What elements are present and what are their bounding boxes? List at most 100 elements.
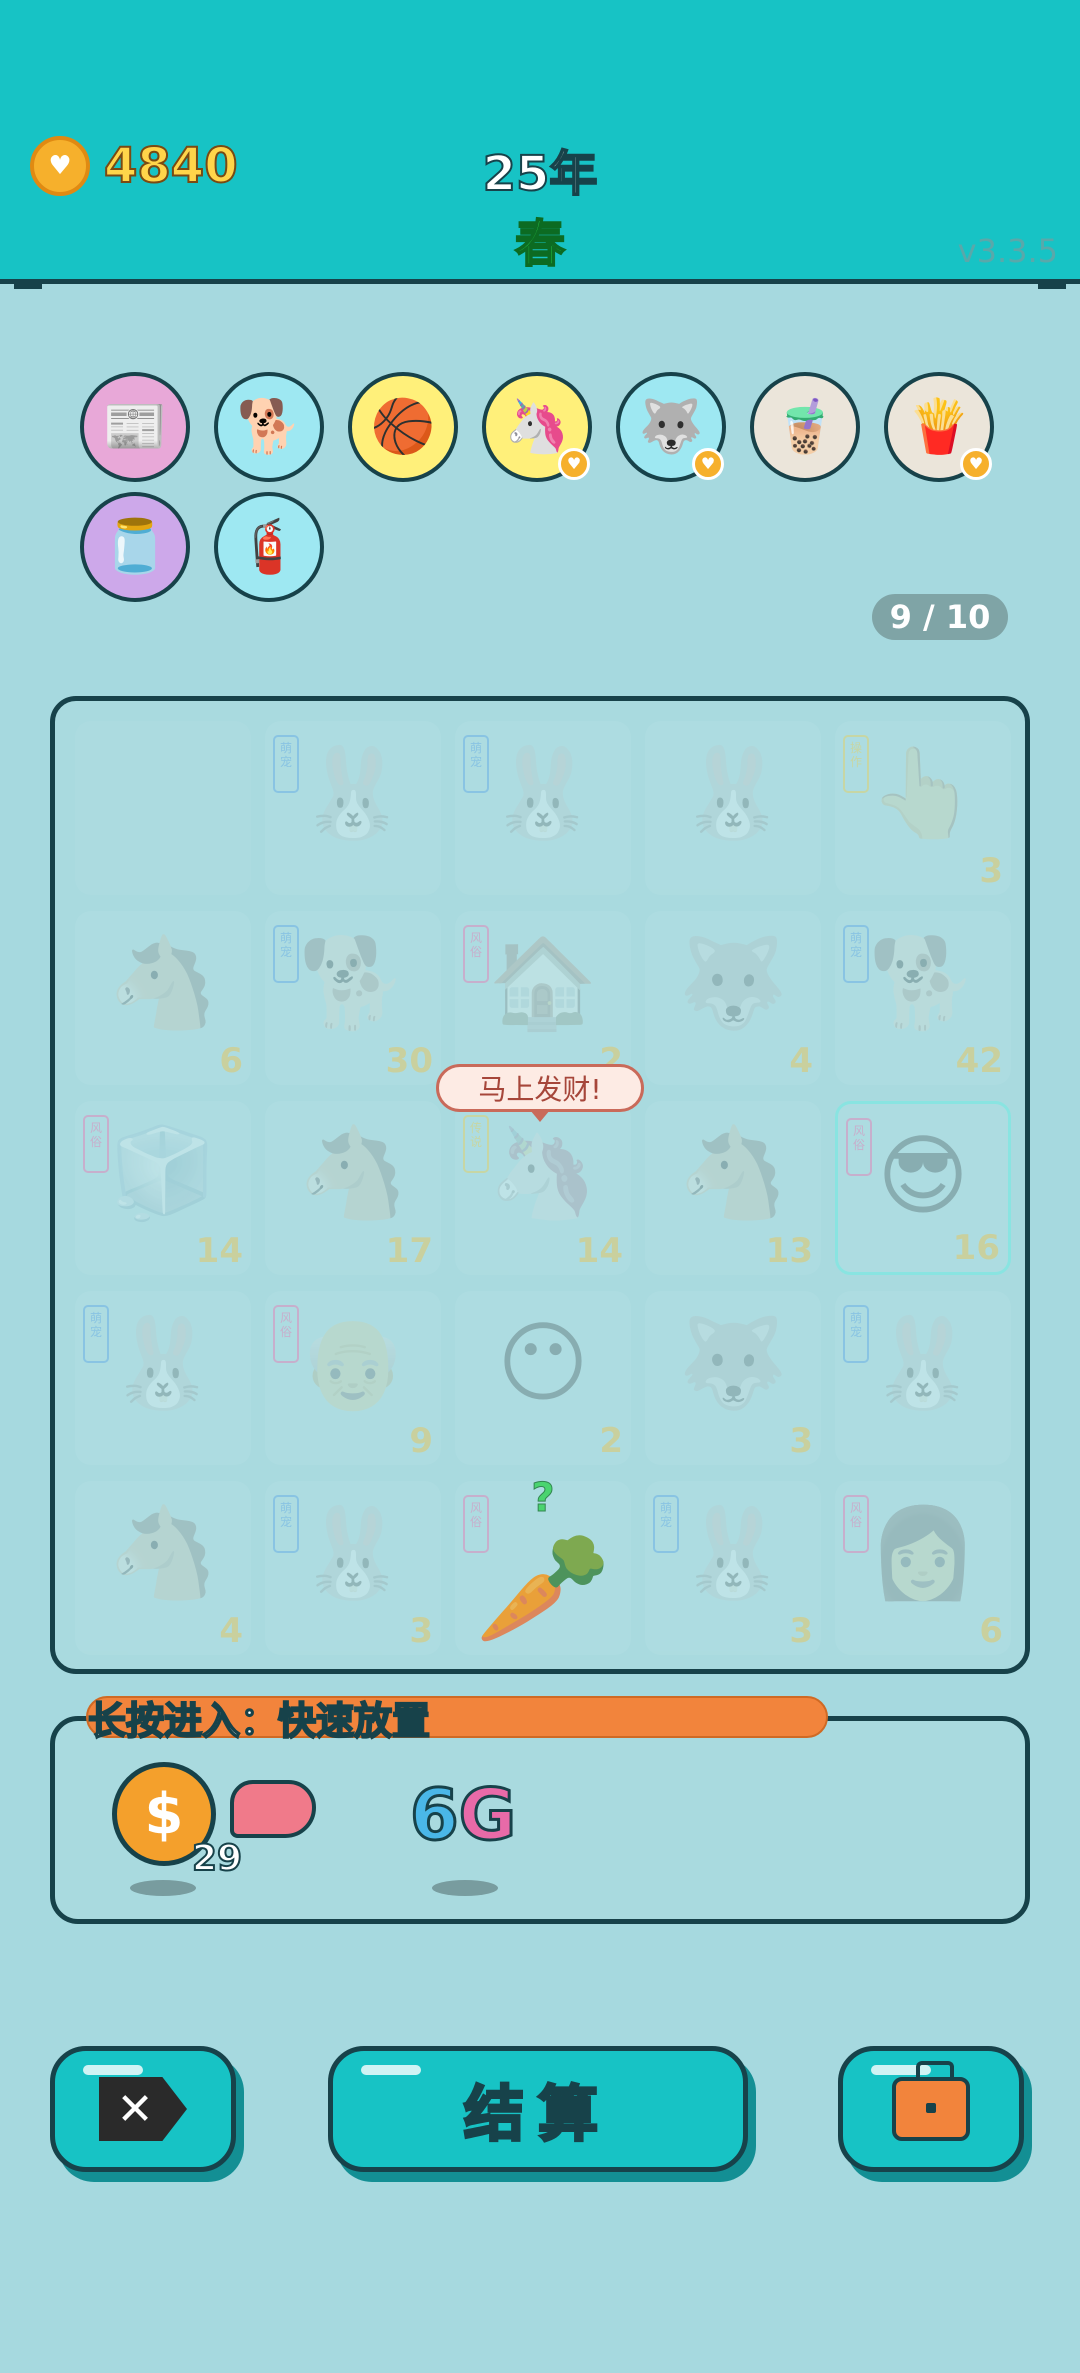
cell-count: 42	[955, 1041, 1003, 1081]
cool-dog-icon-glyph: 🐕	[236, 397, 302, 457]
speech-bubble: 马上发财!	[436, 1064, 644, 1112]
question-mark-icon: ?	[531, 1475, 555, 1522]
horse-icon: 🐴	[108, 1501, 218, 1604]
board-cell[interactable]	[75, 721, 251, 895]
shadow	[432, 1880, 498, 1896]
cell-count: 2	[599, 1421, 623, 1461]
basketballs-icon[interactable]: 🏀	[348, 372, 458, 482]
board-cell[interactable]: 👩 风俗 6	[835, 1481, 1011, 1655]
6g-six: 6	[409, 1773, 461, 1858]
board-cell[interactable]: 🐰 萌宠 3	[265, 1481, 441, 1655]
speech-bubble-tail	[530, 1110, 550, 1122]
dollar-count: 29	[191, 1837, 243, 1880]
bike-pump-icon-glyph: 🧯	[236, 517, 302, 577]
board-grid: 🐰 萌宠 🐰 萌宠 🐰 👆 操作 3 🐴 6 🐕 萌宠 30 🏠 风俗 2 🐺 4 🐕 萌宠 42 🧊 风俗 14 🐴 17 🦄 传说…	[75, 721, 1015, 1659]
unicorn-icon[interactable]: 🦄 ♥	[482, 372, 592, 482]
cool-dog-icon[interactable]: 🐕	[214, 372, 324, 482]
briefcase-icon	[892, 2061, 970, 2141]
bike-pump-icon[interactable]: 🧯	[214, 492, 324, 602]
settle-label: 结算	[463, 2078, 612, 2151]
jar-icon[interactable]: 🫙	[80, 492, 190, 602]
cell-count: 17	[385, 1231, 433, 1271]
cell-count: 4	[789, 1041, 813, 1081]
cell-count: 9	[409, 1421, 433, 1461]
french-fries-icon[interactable]: 🍟 ♥	[884, 372, 994, 482]
horse-icon: 🐴	[108, 931, 218, 1034]
board-cell[interactable]: 🐴 6	[75, 911, 251, 1085]
exit-button[interactable]: ✕	[50, 2046, 236, 2172]
category-tag: 萌宠	[273, 925, 299, 983]
horse-icon: 🐴	[678, 1121, 788, 1224]
exit-icon: ✕	[99, 2077, 187, 2141]
board-cell[interactable]: 🐺 4	[645, 911, 821, 1085]
button-shine	[83, 2065, 143, 2075]
horse-icon: 🐴	[298, 1121, 408, 1224]
time-magazine-icon-glyph: 📰	[102, 397, 168, 457]
board-cell[interactable]: 🐕 萌宠 42	[835, 911, 1011, 1085]
game-board: 🐰 萌宠 🐰 萌宠 🐰 👆 操作 3 🐴 6 🐕 萌宠 30 🏠 风俗 2 🐺 4 🐕 萌宠 42 🧊 风俗 14 🐴 17 🦄 传说…	[50, 696, 1030, 1674]
board-cell[interactable]: 🏠 风俗 2	[455, 911, 631, 1085]
cell-count: 3	[789, 1611, 813, 1651]
unicorn-icon-glyph: 🦄	[504, 397, 570, 457]
6g-icon[interactable]: 6G	[409, 1773, 518, 1858]
board-cell[interactable]: 🐴 4	[75, 1481, 251, 1655]
cell-count: 4	[219, 1611, 243, 1651]
shadow	[130, 1880, 196, 1896]
board-cell[interactable]: 🐴 13	[645, 1101, 821, 1275]
category-tag: 萌宠	[463, 735, 489, 793]
board-cell[interactable]: 🥕 风俗?	[455, 1475, 631, 1655]
cell-count: 16	[952, 1228, 1000, 1268]
board-cell[interactable]: 🐰 萌宠	[265, 721, 441, 895]
jar-icon-glyph: 🫙	[102, 517, 168, 577]
6g-g: G	[457, 1773, 517, 1858]
board-cell[interactable]: 🐕 萌宠 30	[265, 911, 441, 1085]
category-tag: 萌宠	[653, 1495, 679, 1553]
board-cell[interactable]: 🐴 17	[265, 1101, 441, 1275]
cell-count: 6	[219, 1041, 243, 1081]
settle-button[interactable]: 结算	[328, 2046, 748, 2172]
year-label: 25年	[482, 145, 599, 203]
board-cell[interactable]: 🐰 萌宠	[835, 1291, 1011, 1465]
board-cell[interactable]: 🧊 风俗 14	[75, 1101, 251, 1275]
cell-count: 3	[979, 851, 1003, 891]
category-tag: 萌宠	[273, 735, 299, 793]
husky-icon[interactable]: 🐺 ♥	[616, 372, 726, 482]
cell-count: 14	[195, 1231, 243, 1271]
liver-icon[interactable]	[230, 1780, 316, 1838]
board-cell[interactable]: 😎 风俗 16	[835, 1101, 1011, 1275]
divider	[14, 284, 42, 289]
heart-badge-icon: ♥	[692, 448, 724, 480]
divider	[1038, 284, 1066, 289]
button-shine	[361, 2065, 421, 2075]
season-label: 春	[514, 214, 566, 274]
french-fries-icon-glyph: 🍟	[906, 397, 972, 457]
collection-count: 9 / 10	[872, 594, 1008, 640]
bubble-tea-icon[interactable]: 🧋	[750, 372, 860, 482]
bubble-tea-icon-glyph: 🧋	[772, 397, 838, 457]
version-label: v3.3.5	[957, 232, 1058, 270]
board-cell[interactable]: 🐰 萌宠	[455, 721, 631, 895]
category-tag: 风俗	[843, 1495, 869, 1553]
category-tag: 操作	[843, 735, 869, 793]
board-cell[interactable]: 🦄 传说 14	[455, 1101, 631, 1275]
board-cell[interactable]: 🐰 萌宠 3	[645, 1481, 821, 1655]
top-bar: ♥ 4840 25年 春 v3.3.5	[0, 0, 1080, 289]
board-cell[interactable]: 🐰	[645, 721, 821, 895]
cell-count: 6	[979, 1611, 1003, 1651]
basketballs-icon-glyph: 🏀	[370, 397, 436, 457]
bag-button[interactable]	[838, 2046, 1024, 2172]
board-cell[interactable]: 🐺 3	[645, 1291, 821, 1465]
husky-icon: 🐺	[678, 1311, 788, 1414]
cell-count: 30	[385, 1041, 433, 1081]
category-tag: 萌宠	[843, 925, 869, 983]
category-tag: 风俗	[846, 1118, 872, 1176]
category-tag: 传说	[463, 1115, 489, 1173]
cell-count: 3	[789, 1421, 813, 1461]
time-magazine-icon[interactable]: 📰	[80, 372, 190, 482]
board-cell[interactable]: 👴 风俗 9	[265, 1291, 441, 1465]
board-cell[interactable]: 👆 操作 3	[835, 721, 1011, 895]
board-cell[interactable]: 🐰 萌宠	[75, 1291, 251, 1465]
rabbit-icon: 🐰	[678, 741, 788, 844]
cell-count: 14	[575, 1231, 623, 1271]
board-cell[interactable]: 😶 2	[455, 1291, 631, 1465]
